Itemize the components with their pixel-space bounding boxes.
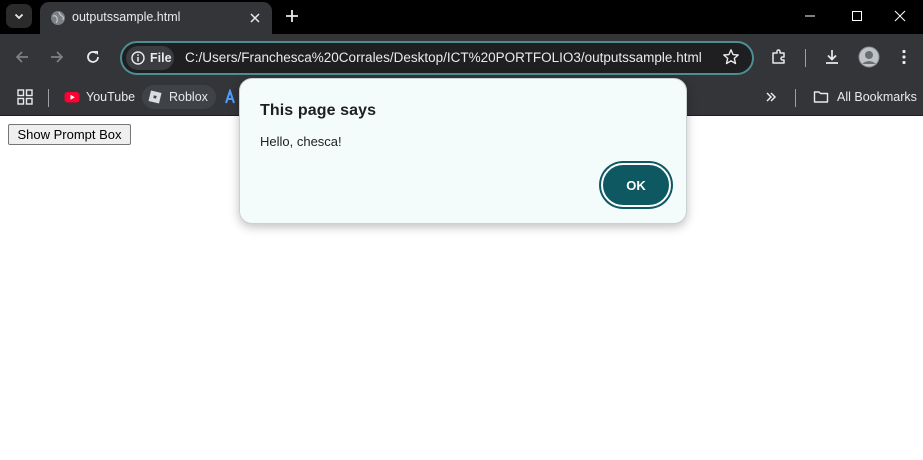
chip-label: File <box>150 51 172 65</box>
toolbar-divider <box>805 49 806 67</box>
all-bookmarks-button[interactable]: All Bookmarks <box>813 85 917 109</box>
arrow-right-icon <box>51 51 64 63</box>
extensions-button[interactable] <box>766 44 792 70</box>
chevron-down-icon <box>14 13 24 20</box>
info-icon <box>131 51 145 65</box>
all-bookmarks-label: All Bookmarks <box>837 90 917 104</box>
back-button[interactable] <box>9 44 35 70</box>
profile-button[interactable] <box>856 44 882 70</box>
puzzle-icon <box>772 49 785 64</box>
dialog-title: This page says <box>260 102 377 119</box>
bookmarks-divider <box>795 89 796 107</box>
tab-close-button[interactable] <box>246 9 264 27</box>
apps-button[interactable] <box>17 85 33 109</box>
alert-dialog: This page says Hello, chesca! OK <box>239 78 687 224</box>
reload-button[interactable] <box>80 44 106 70</box>
dialog-message: Hello, chesca! <box>260 134 342 149</box>
folder-icon <box>813 91 829 103</box>
minimize-button[interactable] <box>787 0 833 32</box>
site-info-chip[interactable]: File <box>126 46 174 70</box>
tab-title: outputssample.html <box>72 10 181 24</box>
maximize-button[interactable] <box>834 0 880 32</box>
close-window-button[interactable] <box>877 0 923 32</box>
youtube-icon <box>64 92 80 103</box>
close-icon <box>250 13 260 23</box>
tab-search-button[interactable] <box>6 4 32 28</box>
plus-icon <box>286 10 298 22</box>
globe-icon <box>51 11 65 25</box>
url-text[interactable]: C:/Users/Franchesca%20Corrales/Desktop/I… <box>185 50 702 65</box>
maximize-icon <box>852 11 862 21</box>
forward-button[interactable] <box>44 44 70 70</box>
new-tab-button[interactable] <box>282 6 302 26</box>
address-bar[interactable]: File C:/Users/Franchesca%20Corrales/Desk… <box>120 41 754 75</box>
tab-strip: outputssample.html <box>0 0 923 34</box>
show-prompt-box-button[interactable]: Show Prompt Box <box>8 124 131 145</box>
reload-icon <box>87 51 99 63</box>
roblox-icon <box>148 90 162 104</box>
bookmark-partial[interactable] <box>225 85 237 109</box>
bookmarks-overflow-button[interactable] <box>764 85 778 109</box>
browser-menu-button[interactable] <box>891 44 917 70</box>
more-vert-icon <box>902 49 906 65</box>
minimize-icon <box>805 15 815 17</box>
downloads-button[interactable] <box>819 44 845 70</box>
bookmark-favicon-icon <box>225 89 235 104</box>
bookmark-roblox[interactable]: Roblox <box>142 85 216 109</box>
bookmarks-divider <box>48 89 49 107</box>
apps-grid-icon <box>17 89 33 105</box>
active-tab[interactable]: outputssample.html <box>40 2 272 34</box>
download-icon <box>826 50 838 64</box>
avatar <box>858 46 880 68</box>
ok-button[interactable]: OK <box>601 163 671 207</box>
bookmark-star-button[interactable] <box>722 48 742 68</box>
star-icon <box>723 49 739 65</box>
arrow-left-icon <box>15 51 28 63</box>
bookmark-label: YouTube <box>86 90 136 104</box>
bookmark-youtube[interactable]: YouTube <box>64 85 135 109</box>
close-icon <box>894 10 906 22</box>
bookmark-label: Roblox <box>169 90 208 104</box>
double-chevron-right-icon <box>766 92 777 102</box>
toolbar: File C:/Users/Franchesca%20Corrales/Desk… <box>0 34 923 80</box>
